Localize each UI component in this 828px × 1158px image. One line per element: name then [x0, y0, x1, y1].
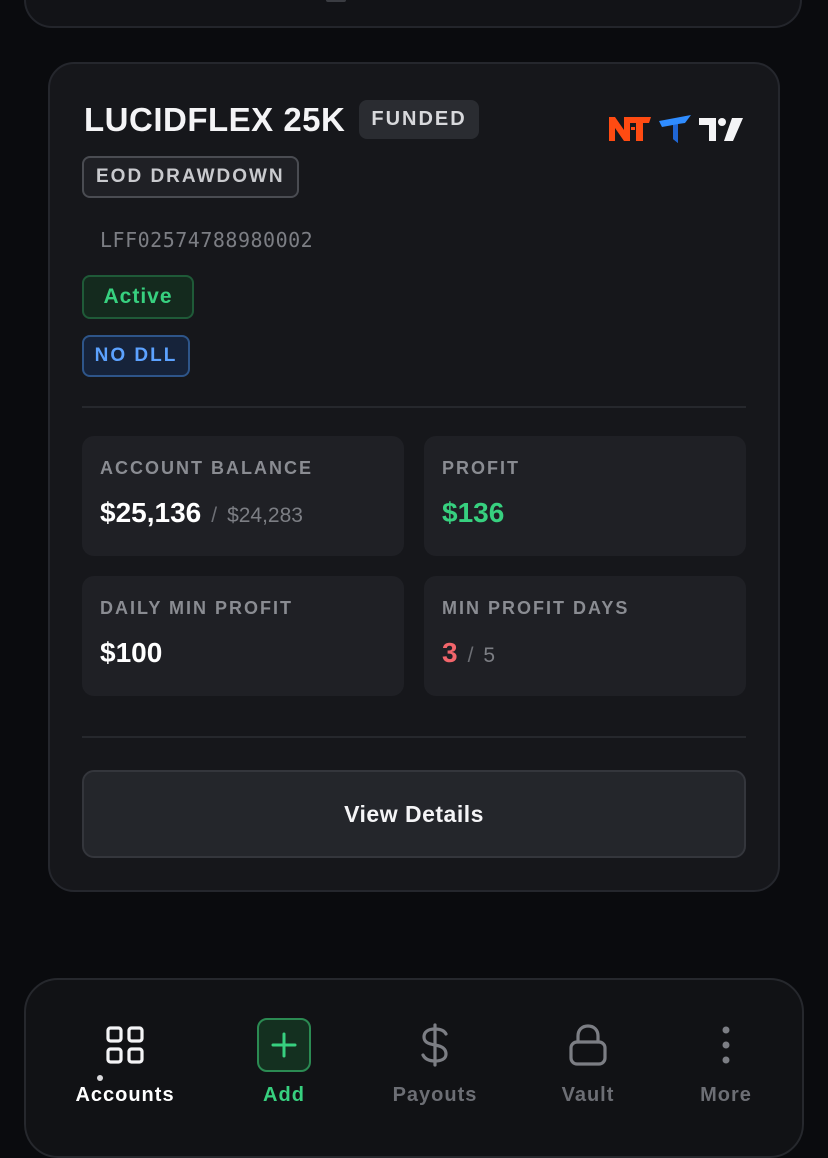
nav-vault[interactable]: Vault [523, 1016, 653, 1107]
stat-value-row: $100 [100, 637, 386, 669]
ninjatrader-logo-icon [609, 117, 651, 141]
nav-label: More [700, 1084, 752, 1106]
account-id: LFF02574788980002 [100, 228, 314, 252]
min-profit-days-value: 3 [442, 637, 458, 668]
tradingview-logo-icon [699, 118, 743, 141]
funded-badge: FUNDED [359, 100, 479, 139]
active-indicator-dot [97, 1075, 103, 1081]
stat-value-row: $136 [442, 497, 728, 529]
nav-add[interactable]: Add [219, 1016, 349, 1107]
stat-label: ACCOUNT BALANCE [100, 458, 313, 478]
min-profit-days-target: 5 [483, 644, 496, 667]
daily-min-profit-stat: DAILY MIN PROFIT $100 [82, 576, 404, 696]
nav-label: Add [263, 1084, 305, 1106]
min-profit-days-stat: MIN PROFIT DAYS 3 / 5 [424, 576, 746, 696]
account-title-row: LUCIDFLEX 25K FUNDED [84, 100, 479, 139]
status-badge: Active [82, 275, 194, 319]
separator: / [467, 644, 474, 667]
account-balance-stat: ACCOUNT BALANCE $25,136 / $24,283 [82, 436, 404, 556]
divider [82, 736, 746, 738]
dll-badge: NO DLL [82, 335, 190, 377]
more-vertical-icon [697, 1016, 755, 1074]
plus-icon [257, 1018, 311, 1072]
nav-accounts[interactable]: Accounts [60, 1016, 190, 1107]
nav-label: Accounts [75, 1084, 175, 1106]
tradovate-logo-icon [659, 115, 691, 143]
stat-value-row: 3 / 5 [442, 637, 728, 669]
daily-min-profit-value: $100 [100, 637, 163, 668]
stat-label: DAILY MIN PROFIT [100, 598, 294, 618]
profit-value: $136 [442, 497, 505, 528]
dollar-icon [406, 1016, 464, 1074]
account-balance-value: $25,136 [100, 497, 202, 528]
add-button-frame [255, 1016, 313, 1074]
account-title: LUCIDFLEX 25K [84, 100, 346, 138]
bottom-navigation: Accounts Add Payouts Vault More [24, 978, 804, 1158]
nav-payouts[interactable]: Payouts [370, 1016, 500, 1107]
view-details-button[interactable]: View Details [82, 770, 746, 858]
drawdown-type-badge: EOD DRAWDOWN [82, 156, 299, 198]
platform-icons [608, 114, 744, 144]
previous-account-card [24, 0, 802, 28]
stat-label: PROFIT [442, 458, 520, 478]
starting-balance-value: $24,283 [227, 504, 303, 527]
nav-label: Vault [561, 1084, 615, 1106]
stat-label: MIN PROFIT DAYS [442, 598, 630, 618]
divider [82, 406, 746, 408]
stat-value-row: $25,136 / $24,283 [100, 497, 386, 529]
grid-icon [96, 1016, 154, 1074]
separator: / [211, 504, 218, 527]
nav-label: Payouts [392, 1084, 478, 1106]
card-handle [326, 0, 346, 2]
profit-stat: PROFIT $136 [424, 436, 746, 556]
lock-icon [559, 1016, 617, 1074]
account-card: LUCIDFLEX 25K FUNDED EOD DRAWDOWN LFF025… [48, 62, 780, 892]
nav-more[interactable]: More [661, 1016, 791, 1107]
